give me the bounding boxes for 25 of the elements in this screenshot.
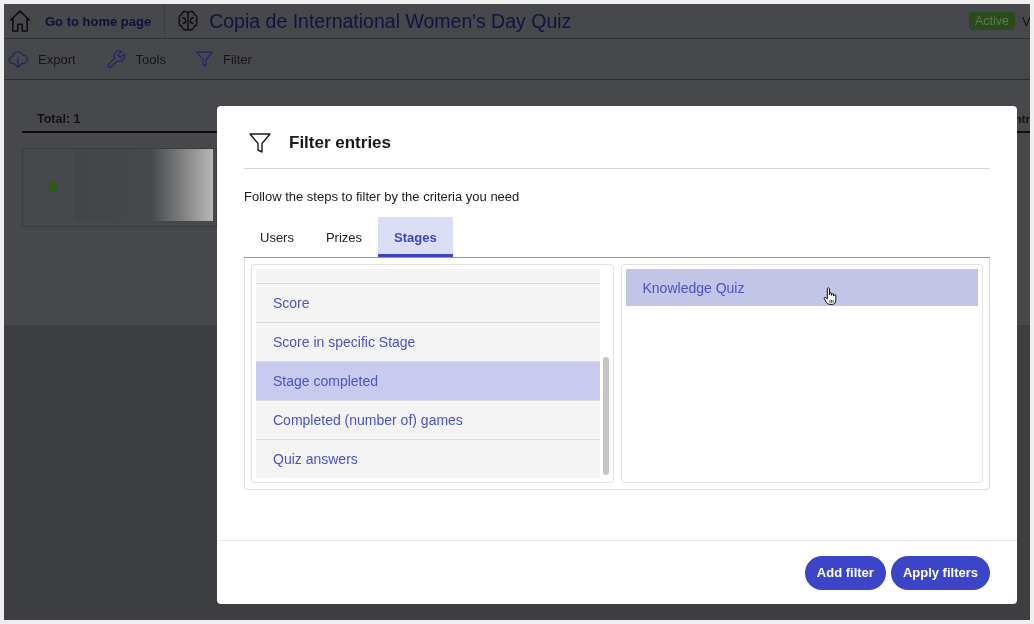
list-item[interactable]: Score in specific Stage xyxy=(256,323,600,362)
brain-icon xyxy=(177,10,200,32)
home-icon xyxy=(8,10,32,32)
list-item[interactable]: Score xyxy=(256,284,600,323)
add-filter-button[interactable]: Add filter xyxy=(804,555,886,590)
list-item[interactable] xyxy=(256,269,600,284)
list-item[interactable]: Stage completed xyxy=(256,362,600,401)
tab[interactable]: Stages xyxy=(378,217,453,257)
page-title: Copia de International Women's Day Quiz xyxy=(209,9,572,33)
hand-cursor-icon xyxy=(822,287,837,305)
tab[interactable]: Prizes xyxy=(309,217,379,257)
list-item[interactable]: Completed (number of) games xyxy=(256,401,600,440)
entry-card[interactable] xyxy=(22,148,217,227)
dialog-title: Filter entries xyxy=(289,133,392,153)
filter-icon xyxy=(195,51,213,67)
header-text: V xyxy=(1022,13,1030,29)
instructions-text: Follow the steps to filter by the criteria you need xyxy=(244,188,521,206)
list-item[interactable]: Quiz answers xyxy=(256,440,600,478)
cloud-download-icon xyxy=(8,49,28,69)
filter-icon xyxy=(249,132,271,154)
tab[interactable]: Users xyxy=(244,217,310,257)
list-item[interactable]: Knowledge Quiz xyxy=(625,269,978,306)
scrollbar-thumb[interactable] xyxy=(602,357,609,475)
wrench-icon xyxy=(105,49,126,69)
apply-filters-button[interactable]: Apply filters xyxy=(890,555,990,590)
